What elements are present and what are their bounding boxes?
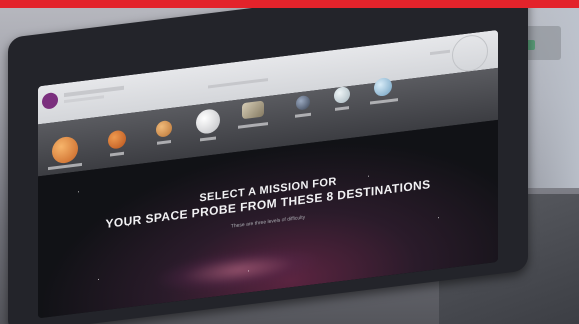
- kiosk-screen[interactable]: SELECT A MISSION FOR YOUR SPACE PROBE FR…: [38, 29, 498, 319]
- top-red-bar: [0, 0, 579, 8]
- star: [438, 217, 439, 219]
- kiosk-bezel: SELECT A MISSION FOR YOUR SPACE PROBE FR…: [8, 0, 528, 324]
- destination-7-label: [335, 106, 349, 111]
- header-circle-icon[interactable]: [452, 33, 488, 74]
- destination-8-label: [370, 98, 398, 105]
- header-mid-text-placeholder: [208, 78, 268, 89]
- header-right-text-placeholder: [430, 49, 450, 56]
- star: [98, 278, 99, 280]
- star: [78, 191, 79, 193]
- destination-5[interactable]: [242, 100, 264, 120]
- destination-2[interactable]: [108, 129, 126, 150]
- destination-6-label: [295, 112, 311, 118]
- destination-3-label: [157, 139, 171, 145]
- destination-4-label: [200, 136, 216, 142]
- milky-way: [158, 241, 318, 298]
- destination-2-label: [110, 151, 124, 157]
- menu-badge-icon[interactable]: [42, 91, 58, 110]
- destination-7[interactable]: [334, 86, 350, 104]
- destination-8[interactable]: [374, 76, 392, 98]
- destination-5-label: [238, 122, 268, 129]
- destination-4[interactable]: [196, 107, 220, 135]
- kiosk: SELECT A MISSION FOR YOUR SPACE PROBE FR…: [8, 0, 543, 324]
- destination-3[interactable]: [156, 119, 172, 138]
- photo-scene: SELECT A MISSION FOR YOUR SPACE PROBE FR…: [0, 0, 579, 324]
- star: [248, 270, 249, 272]
- destination-1-label: [48, 162, 82, 171]
- header-subtext-placeholder: [64, 95, 104, 104]
- destination-1[interactable]: [52, 135, 78, 165]
- destination-6[interactable]: [296, 94, 310, 111]
